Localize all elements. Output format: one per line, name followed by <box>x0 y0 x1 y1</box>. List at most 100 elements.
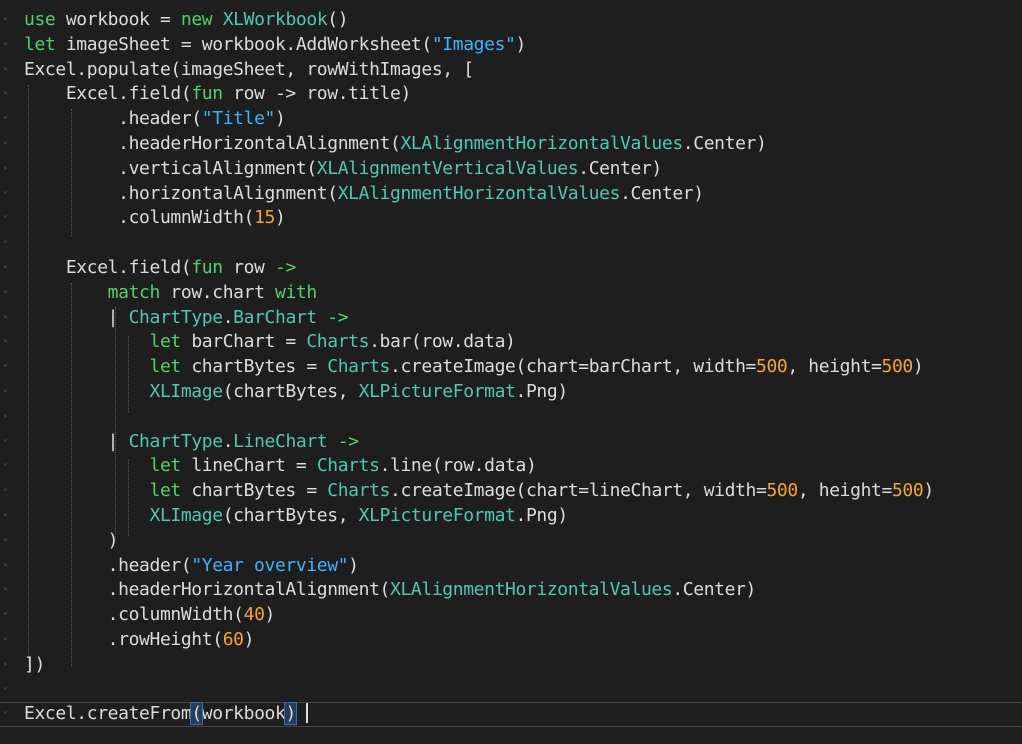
code-line[interactable]: · .columnWidth(40) <box>0 603 1022 628</box>
whitespace-marker: · <box>0 579 21 601</box>
code-token: fun <box>191 257 223 278</box>
code-token: .horizontalAlignment( <box>24 182 338 204</box>
code-line[interactable]: · Excel.field(fun row -> <box>0 256 1022 281</box>
code-line[interactable]: · <box>0 405 1022 430</box>
code-line[interactable]: · | ChartType.LineChart -> <box>0 430 1022 455</box>
code-line[interactable]: · | ChartType.BarChart -> <box>0 306 1022 331</box>
code-token: .Center) <box>682 133 767 154</box>
code-token: use <box>24 9 56 30</box>
code-line[interactable]: · Excel.field(fun row -> row.title) <box>0 82 1022 107</box>
code-token: XLAlignmentVerticalValues <box>316 157 579 179</box>
code-token: , height= <box>797 480 893 502</box>
code-token: ) <box>912 356 924 378</box>
code-token: let <box>24 33 56 55</box>
code-line[interactable]: · use workbook = new XLWorkbook() <box>0 8 1022 33</box>
code-line[interactable]: · let imageSheet = workbook.AddWorksheet… <box>0 33 1022 58</box>
code-line[interactable]: · .horizontalAlignment(XLAlignmentHorizo… <box>0 182 1022 207</box>
code-line[interactable]: · .headerHorizontalAlignment(XLAlignment… <box>0 578 1022 603</box>
code-line[interactable]: · .headerHorizontalAlignment(XLAlignment… <box>0 132 1022 157</box>
code-line[interactable]: · let barChart = Charts.bar(row.data) <box>0 330 1022 355</box>
code-token: .rowHeight( <box>24 629 223 650</box>
code-token: workbook <box>201 703 286 725</box>
code-token: .Center) <box>620 182 704 204</box>
code-token: .Png) <box>515 505 569 526</box>
code-token: BarChart <box>233 306 317 328</box>
whitespace-marker: · <box>0 182 21 204</box>
code-token: new <box>180 9 213 30</box>
code-token: ) <box>274 108 286 130</box>
code-token: .createImage(chart=barChart, width= <box>390 356 757 378</box>
code-line[interactable]: · .columnWidth(15) <box>0 206 1022 231</box>
code-line[interactable]: · XLImage(chartBytes, XLPictureFormat.Pn… <box>0 504 1022 529</box>
code-line[interactable]: · .header("Title") <box>0 107 1022 132</box>
code-token: row.chart <box>159 281 275 303</box>
code-token: XLPictureFormat <box>358 381 516 402</box>
whitespace-marker: · <box>0 257 21 278</box>
code-line[interactable]: · .rowHeight(60) <box>0 628 1022 653</box>
code-token: fun <box>191 83 223 105</box>
code-token: LineChart <box>233 430 328 452</box>
code-token: Excel.field( <box>24 83 192 105</box>
code-token: let <box>149 331 181 353</box>
code-token: () <box>327 9 349 30</box>
code-token: Charts <box>306 331 370 353</box>
code-token: 40 <box>243 604 265 626</box>
whitespace-marker: · <box>0 331 21 353</box>
code-token: . <box>222 430 234 452</box>
whitespace-marker: · <box>0 9 21 30</box>
code-token: -> <box>337 430 359 452</box>
code-token: | <box>24 306 129 328</box>
code-token: ChartType <box>128 430 224 452</box>
code-line[interactable]: · XLImage(chartBytes, XLPictureFormat.Pn… <box>0 380 1022 405</box>
code-line[interactable]: · match row.chart with <box>0 281 1022 306</box>
code-token: row <box>222 257 275 278</box>
code-token: -> <box>327 306 349 328</box>
code-token: (chartBytes, <box>222 381 359 402</box>
code-line[interactable]: · <box>0 678 1022 703</box>
whitespace-marker: · <box>0 58 21 80</box>
code-line[interactable]: · Excel.createFrom(workbook) <box>0 702 1022 728</box>
whitespace-marker: · <box>0 133 21 154</box>
whitespace-marker: · <box>0 405 21 427</box>
code-token: Excel.populate(imageSheet, rowWithImages… <box>24 58 474 80</box>
code-token: Excel.field( <box>24 257 192 278</box>
code-token: row -> row.title) <box>222 83 411 105</box>
code-token: XLAlignmentHorizontalValues <box>390 579 673 601</box>
code-token: ]) <box>24 653 45 675</box>
code-editor[interactable]: · use workbook = new XLWorkbook() · let i… <box>0 0 1022 744</box>
code-token: "Images" <box>431 33 516 55</box>
code-line[interactable]: · let chartBytes = Charts.createImage(ch… <box>0 479 1022 504</box>
code-token: with <box>274 281 317 303</box>
code-line[interactable]: · ]) <box>0 653 1022 678</box>
code-token: let <box>149 480 181 502</box>
code-line[interactable]: · let lineChart = Charts.line(row.data) <box>0 454 1022 479</box>
code-token: chartBytes = <box>180 356 328 378</box>
code-line[interactable]: · .verticalAlignment(XLAlignmentVertical… <box>0 157 1022 182</box>
code-line[interactable]: · Excel.populate(imageSheet, rowWithImag… <box>0 58 1022 83</box>
code-line[interactable]: · let chartBytes = Charts.createImage(ch… <box>0 355 1022 380</box>
whitespace-marker: · <box>0 554 21 576</box>
code-token: .columnWidth( <box>24 207 255 229</box>
code-token: Charts <box>316 455 380 477</box>
whitespace-marker: · <box>0 480 21 502</box>
code-token: let <box>149 455 181 477</box>
code-token: XLWorkbook <box>222 9 328 30</box>
code-token: XLAlignmentHorizontalValues <box>400 133 683 154</box>
code-token: ) <box>24 529 119 551</box>
code-line[interactable]: · <box>0 231 1022 256</box>
code-token: 500 <box>766 480 798 502</box>
code-token: 15 <box>254 207 275 229</box>
code-line[interactable]: · .header("Year overview") <box>0 554 1022 579</box>
code-token: workbook = <box>55 9 181 30</box>
whitespace-marker: · <box>0 529 21 551</box>
code-token: .Center) <box>578 157 662 179</box>
code-line[interactable]: · ) <box>0 529 1022 554</box>
code-token: Charts <box>327 356 391 378</box>
code-token: "Title" <box>201 108 276 130</box>
